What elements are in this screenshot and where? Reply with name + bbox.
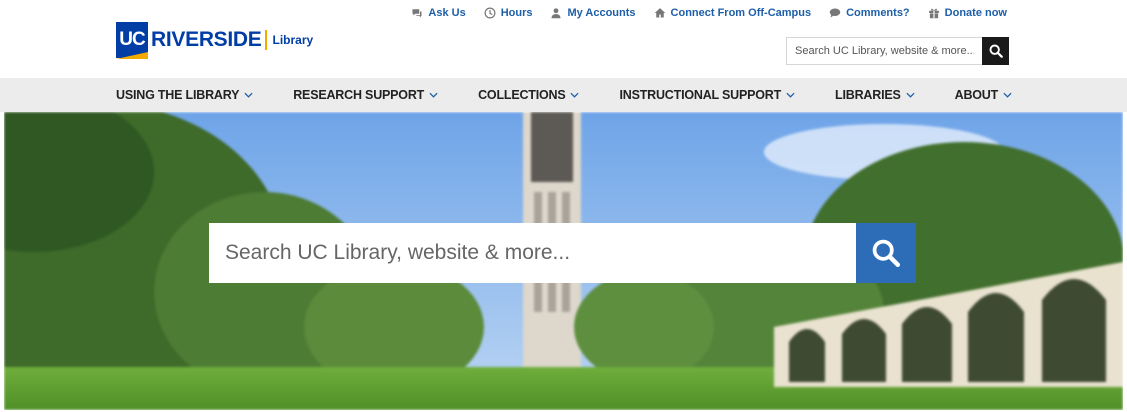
- nav-label: Research Support: [293, 88, 425, 102]
- connect-off-campus-link[interactable]: Connect From Off-Campus: [654, 7, 812, 19]
- logo-name: RIVERSIDE: [151, 28, 262, 51]
- search-icon: [872, 239, 901, 268]
- chevron-down-icon: [429, 92, 438, 98]
- nav-label: Libraries: [835, 88, 901, 102]
- chevron-down-icon: [244, 92, 253, 98]
- nav-label: About: [954, 88, 999, 102]
- nav-about[interactable]: About: [955, 88, 1012, 102]
- connect-off-campus-label: Connect From Off-Campus: [670, 7, 812, 19]
- nav-label: Collections: [478, 88, 566, 102]
- clock-icon: [484, 7, 496, 19]
- utility-links: Ask Us Hours My Accounts Connect From Of…: [411, 7, 1007, 19]
- logo-divider: [264, 30, 267, 50]
- donate-now-link[interactable]: Donate now: [928, 7, 1007, 19]
- hero-banner: [4, 112, 1123, 410]
- comment-icon: [829, 8, 841, 18]
- comments-link[interactable]: Comments?: [829, 7, 910, 19]
- header-search: [786, 37, 1009, 65]
- comments-label: Comments?: [846, 7, 910, 19]
- hours-label: Hours: [500, 7, 533, 19]
- nav-libraries[interactable]: Libraries: [835, 88, 915, 102]
- nav-using-the-library[interactable]: Using the Library: [116, 88, 253, 102]
- ask-us-link[interactable]: Ask Us: [411, 7, 466, 19]
- my-accounts-label: My Accounts: [567, 7, 636, 19]
- chat-icon: [412, 9, 422, 18]
- header-search-button[interactable]: [982, 37, 1009, 65]
- nav-collections[interactable]: Collections: [478, 88, 580, 102]
- site-header: UC RIVERSIDE Library Ask Us Hours My Acc…: [0, 0, 1127, 78]
- nav-label: Instructional Support: [619, 88, 782, 102]
- hero-search: [209, 223, 916, 283]
- chevron-down-icon: [570, 92, 580, 98]
- my-accounts-link[interactable]: My Accounts: [550, 7, 636, 19]
- search-icon: [989, 44, 1003, 58]
- user-icon: [551, 8, 561, 19]
- main-navigation: Using the Library Research Support Colle…: [0, 78, 1127, 112]
- nav-instructional-support[interactable]: Instructional Support: [619, 88, 795, 102]
- nav-research-support[interactable]: Research Support: [293, 88, 438, 102]
- home-icon: [654, 8, 665, 18]
- logo-library-label: Library: [272, 33, 314, 47]
- hero-search-button[interactable]: [856, 223, 916, 283]
- chevron-down-icon: [1003, 92, 1012, 98]
- header-search-input[interactable]: [786, 37, 982, 65]
- chevron-down-icon: [786, 92, 795, 98]
- ask-us-label: Ask Us: [428, 7, 466, 19]
- gift-icon: [928, 8, 939, 19]
- nav-label: Using the Library: [116, 88, 240, 102]
- logo-uc-mark: UC: [116, 22, 148, 59]
- hours-link[interactable]: Hours: [484, 7, 533, 19]
- chevron-down-icon: [906, 92, 915, 98]
- hero-search-input[interactable]: [209, 223, 856, 283]
- donate-now-label: Donate now: [944, 7, 1007, 19]
- uc-riverside-library-logo[interactable]: UC RIVERSIDE Library: [116, 22, 314, 59]
